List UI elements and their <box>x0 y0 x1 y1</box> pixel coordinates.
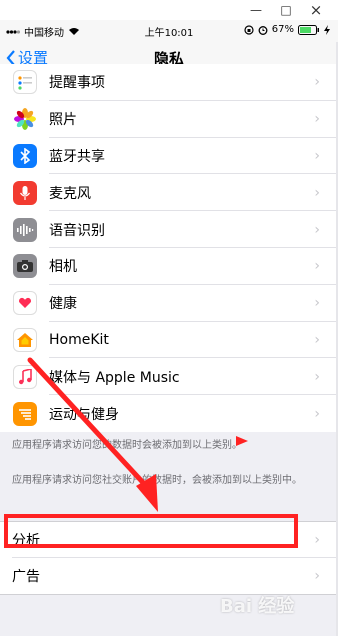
watermark: Bai 经验 <box>220 596 295 617</box>
small-arrow-marker <box>236 436 248 446</box>
annotation-arrow <box>27 357 248 512</box>
